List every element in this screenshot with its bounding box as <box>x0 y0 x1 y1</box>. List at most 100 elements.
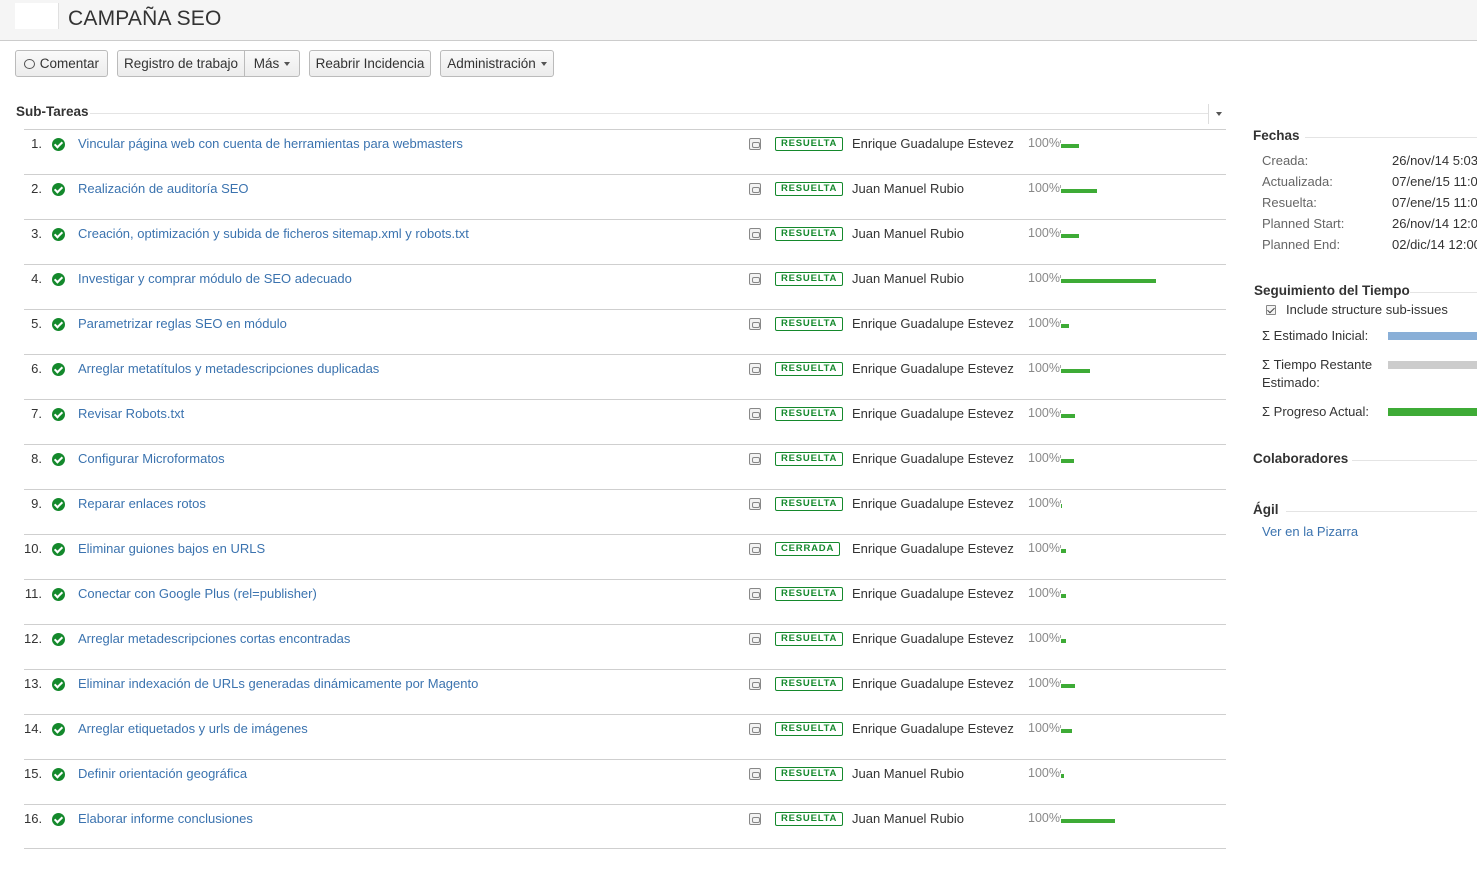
subtask-summary-link[interactable]: Definir orientación geográfica <box>78 766 247 781</box>
status-badge: RESUELTA <box>775 722 844 736</box>
resolved-check-icon <box>52 183 65 196</box>
subtask-summary-link[interactable]: Configurar Microformatos <box>78 451 225 466</box>
view-on-board-link[interactable]: Ver en la Pizarra <box>1262 524 1358 539</box>
subtask-summary-link[interactable]: Arreglar metadescripciones cortas encont… <box>78 631 350 646</box>
subtask-assignee[interactable]: Enrique Guadalupe Estevez <box>852 136 1014 151</box>
progress-tick <box>1060 725 1061 728</box>
include-subissues-checkbox[interactable] <box>1266 305 1276 315</box>
subtask-assignee[interactable]: Enrique Guadalupe Estevez <box>852 721 1014 736</box>
subtask-progress-bar <box>1060 680 1160 688</box>
subtask-number: 14. <box>24 721 43 736</box>
subtask-summary-link[interactable]: Conectar con Google Plus (rel=publisher) <box>78 586 317 601</box>
subtask-summary-link[interactable]: Revisar Robots.txt <box>78 406 184 421</box>
subtask-summary-link[interactable]: Arreglar metatítulos y metadescripciones… <box>78 361 379 376</box>
resolved-check-icon <box>52 363 65 376</box>
subtask-row: 9. Reparar enlaces rotos RESUELTA Enrique G… <box>24 489 1226 534</box>
subtasks-options-button[interactable] <box>1208 104 1228 124</box>
subtask-progress-bar <box>1060 275 1160 283</box>
remaining-bar <box>1388 361 1477 369</box>
reopen-issue-button[interactable]: Reabrir Incidencia <box>309 50 431 77</box>
subtask-progress-fill <box>1061 729 1072 733</box>
subtask-assignee[interactable]: Enrique Guadalupe Estevez <box>852 676 1014 691</box>
subtask-row: 12. Arreglar metadescripciones cortas enc… <box>24 624 1226 669</box>
progress-tick <box>1060 140 1061 143</box>
subtask-summary-link[interactable]: Arreglar etiquetados y urls de imágenes <box>78 721 308 736</box>
agile-heading[interactable]: Ágil <box>1253 502 1279 517</box>
subtask-assignee[interactable]: Enrique Guadalupe Estevez <box>852 496 1014 511</box>
collaborators-heading[interactable]: Colaboradores <box>1253 451 1348 466</box>
subtask-summary-link[interactable]: Eliminar indexación de URLs generadas di… <box>78 676 478 691</box>
resolved-check-icon <box>52 498 65 511</box>
subtask-summary-link[interactable]: Elaborar informe conclusiones <box>78 811 253 826</box>
resolved-check-icon <box>52 543 65 556</box>
subtask-number: 10. <box>24 541 43 556</box>
subtask-summary-link[interactable]: Reparar enlaces rotos <box>78 496 206 511</box>
resolved-check-icon <box>52 633 65 646</box>
subtask-progress-bar <box>1060 230 1160 238</box>
subtask-progress-bar <box>1060 500 1160 508</box>
subtask-type-icon <box>749 813 761 825</box>
status-badge: RESUELTA <box>775 272 844 286</box>
subtask-assignee[interactable]: Enrique Guadalupe Estevez <box>852 406 1014 421</box>
subtask-progress-fill <box>1061 774 1064 778</box>
subtask-summary-link[interactable]: Vincular página web con cuenta de herram… <box>78 136 463 151</box>
section-divider <box>1352 460 1477 461</box>
status-badge: RESUELTA <box>775 677 844 691</box>
administration-button[interactable]: Administración <box>440 50 554 77</box>
resolved-check-icon <box>52 588 65 601</box>
subtask-assignee[interactable]: Enrique Guadalupe Estevez <box>852 361 1014 376</box>
comment-button[interactable]: Comentar <box>15 50 108 77</box>
subtask-assignee[interactable]: Enrique Guadalupe Estevez <box>852 631 1014 646</box>
date-label: Planned Start: <box>1262 216 1345 231</box>
subtask-summary-link[interactable]: Realización de auditoría SEO <box>78 181 249 196</box>
dates-heading[interactable]: Fechas <box>1253 128 1300 143</box>
subtask-summary-link[interactable]: Investigar y comprar módulo de SEO adecu… <box>78 271 352 286</box>
subtask-type-icon <box>749 228 761 240</box>
resolved-check-icon <box>52 318 65 331</box>
subtask-progress-fill <box>1061 549 1066 553</box>
subtask-summary-link[interactable]: Parametrizar reglas SEO en módulo <box>78 316 287 331</box>
subtask-progress-text: 100% <box>1028 766 1060 780</box>
time-tracking-heading[interactable]: Seguimiento del Tiempo <box>1254 283 1410 298</box>
subtask-progress-text: 100% <box>1028 406 1060 420</box>
subtask-assignee[interactable]: Juan Manuel Rubio <box>852 766 964 781</box>
subtask-assignee[interactable]: Juan Manuel Rubio <box>852 271 964 286</box>
date-label: Actualizada: <box>1262 174 1333 189</box>
subtask-progress-text: 100% <box>1028 181 1060 195</box>
subtask-assignee[interactable]: Juan Manuel Rubio <box>852 181 964 196</box>
subtask-progress-fill <box>1061 144 1079 148</box>
subtask-number: 3. <box>31 226 42 241</box>
page-title: CAMPAÑA SEO <box>68 7 222 30</box>
subtask-summary-link[interactable]: Eliminar guiones bajos en URLS <box>78 541 265 556</box>
subtask-progress-bar <box>1060 635 1160 643</box>
subtasks-heading[interactable]: Sub-Tareas <box>16 104 89 119</box>
subtask-assignee[interactable]: Juan Manuel Rubio <box>852 811 964 826</box>
subtask-type-icon <box>749 183 761 195</box>
more-button[interactable]: Más <box>244 50 300 77</box>
subtask-assignee[interactable]: Enrique Guadalupe Estevez <box>852 541 1014 556</box>
issue-header: CAMPAÑA SEO <box>0 0 1477 41</box>
subtask-assignee[interactable]: Juan Manuel Rubio <box>852 226 964 241</box>
administration-button-label: Administración <box>447 56 536 71</box>
date-label: Planned End: <box>1262 237 1341 252</box>
progress-tick <box>1060 275 1061 278</box>
subtask-type-icon <box>749 363 761 375</box>
subtask-progress-bar <box>1060 410 1160 418</box>
subtask-progress-bar <box>1060 320 1160 328</box>
subtask-assignee[interactable]: Enrique Guadalupe Estevez <box>852 586 1014 601</box>
worklog-button[interactable]: Registro de trabajo <box>117 50 245 77</box>
subtask-progress-bar <box>1060 455 1160 463</box>
subtask-summary-link[interactable]: Creación, optimización y subida de fiche… <box>78 226 469 241</box>
subtask-assignee[interactable]: Enrique Guadalupe Estevez <box>852 451 1014 466</box>
subtask-type-icon <box>749 633 761 645</box>
subtask-number: 4. <box>31 271 42 286</box>
progress-tick <box>1060 545 1061 548</box>
subtask-assignee[interactable]: Enrique Guadalupe Estevez <box>852 316 1014 331</box>
subtask-progress-fill <box>1061 684 1075 688</box>
resolved-check-icon <box>52 408 65 421</box>
project-avatar[interactable] <box>15 3 59 29</box>
date-label: Resuelta: <box>1262 195 1317 210</box>
subtask-number: 11. <box>24 586 42 601</box>
comment-button-label: Comentar <box>39 56 99 71</box>
estimated-label: Σ Estimado Inicial: <box>1262 328 1369 343</box>
